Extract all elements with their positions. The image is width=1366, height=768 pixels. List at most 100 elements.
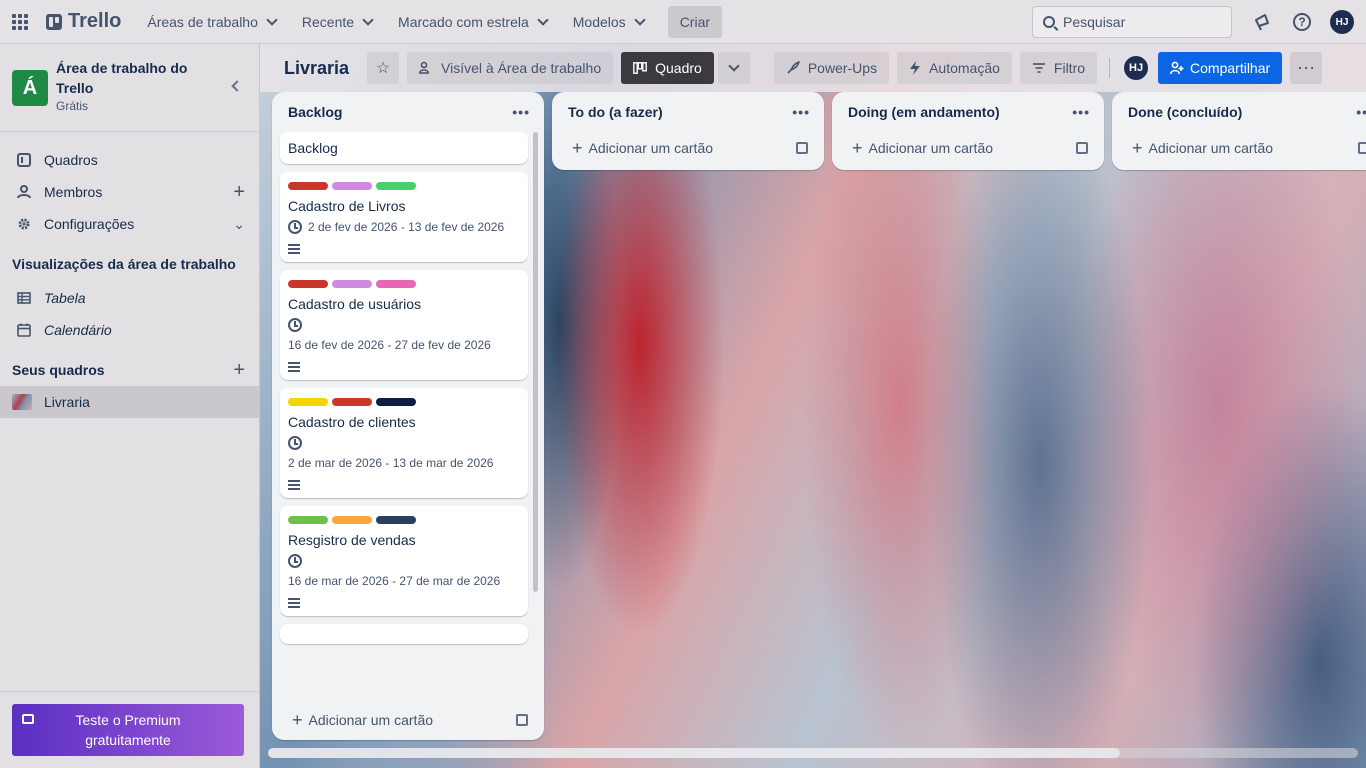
board-title[interactable]: Livraria <box>284 58 349 79</box>
card-title: Resgistro de vendas <box>288 532 416 548</box>
try-premium-button[interactable]: Teste o Premium gratuitamente <box>12 704 244 756</box>
more-icon[interactable]: ••• <box>512 104 530 120</box>
sidebar-boards-heading-label: Seus quadros <box>12 362 105 378</box>
sidebar-item-members[interactable]: Membros + <box>0 176 259 208</box>
board-member-avatar[interactable]: HJ <box>1122 54 1151 82</box>
more-icon[interactable]: ••• <box>1072 104 1090 120</box>
add-card-button[interactable]: + Adicionar um cartão <box>552 132 824 164</box>
sidebar-item-label: Quadros <box>44 152 98 168</box>
more-icon[interactable]: •• <box>1356 104 1366 120</box>
card[interactable]: Cadastro de clientes 2 de mar de 2026 - … <box>280 388 528 498</box>
list-header[interactable]: Done (concluído) •• <box>1112 92 1366 132</box>
nav-workspaces-dropdown[interactable]: Áreas de trabalho <box>137 6 286 38</box>
list-title[interactable]: Backlog <box>288 104 342 120</box>
card-label[interactable] <box>288 182 328 190</box>
card-label[interactable] <box>376 516 416 524</box>
add-card-button[interactable]: + Adicionar um cartão <box>1112 132 1366 164</box>
chevron-down-icon[interactable]: ⌄ <box>233 217 245 231</box>
star-board-button[interactable]: ☆ <box>367 52 400 84</box>
template-icon[interactable] <box>1076 142 1088 154</box>
help-icon: ? <box>1293 13 1311 31</box>
card-label[interactable] <box>288 280 328 288</box>
board-view-button[interactable]: Quadro <box>621 52 714 84</box>
card-label[interactable] <box>288 516 328 524</box>
list-doing: Doing (em andamento) ••• + Adicionar um … <box>832 92 1104 170</box>
powerups-button[interactable]: Power-Ups <box>773 52 890 84</box>
card[interactable] <box>280 624 528 644</box>
automation-button[interactable]: Automação <box>897 52 1012 84</box>
card-due-date: 16 de mar de 2026 - 27 de mar de 2026 <box>288 554 520 588</box>
horizontal-scrollbar[interactable] <box>268 748 1358 758</box>
nav-recent-dropdown[interactable]: Recente <box>292 6 382 38</box>
nav-starred-dropdown[interactable]: Marcado com estrela <box>388 6 557 38</box>
filter-button[interactable]: Filtro <box>1019 52 1098 84</box>
sidebar-item-calendar-view[interactable]: Calendário <box>0 314 259 346</box>
card[interactable]: Backlog <box>280 132 528 164</box>
views-dropdown-button[interactable] <box>717 52 750 84</box>
description-icon <box>288 244 300 254</box>
visibility-label: Visível à Área de trabalho <box>441 60 602 76</box>
add-card-label: Adicionar um cartão <box>1148 140 1274 156</box>
card-label[interactable] <box>376 398 416 406</box>
board-menu-button[interactable]: ⋯ <box>1290 52 1323 84</box>
sidebar-item-label: Configurações <box>44 216 135 232</box>
plus-icon: + <box>572 138 583 158</box>
app-switcher-button[interactable] <box>0 0 40 44</box>
sidebar-item-settings[interactable]: Configurações ⌄ <box>0 208 259 240</box>
workspace-avatar: Á <box>12 70 48 106</box>
trello-logo[interactable]: Trello <box>40 6 127 38</box>
sidebar-boards-heading: Seus quadros + <box>0 354 259 386</box>
nav-templates-dropdown[interactable]: Modelos <box>563 6 654 38</box>
card-label[interactable] <box>332 182 372 190</box>
card-date-text: 2 de fev de 2026 - 13 de fev de 2026 <box>308 220 505 234</box>
notifications-button[interactable] <box>1246 6 1278 38</box>
list-title[interactable]: To do (a fazer) <box>568 104 663 120</box>
add-card-button[interactable]: + Adicionar um cartão <box>832 132 1104 164</box>
card-label[interactable] <box>332 280 372 288</box>
card-label[interactable] <box>376 280 416 288</box>
description-icon <box>288 480 300 490</box>
list-title[interactable]: Done (concluído) <box>1128 104 1242 120</box>
sidebar-item-table-view[interactable]: Tabela <box>0 282 259 314</box>
list-done: Done (concluído) •• + Adicionar um cartã… <box>1112 92 1366 170</box>
list-title[interactable]: Doing (em andamento) <box>848 104 1000 120</box>
clock-icon <box>288 554 302 568</box>
list-header[interactable]: Doing (em andamento) ••• <box>832 92 1104 132</box>
template-icon[interactable] <box>516 714 528 726</box>
list-header[interactable]: Backlog ••• <box>272 92 544 132</box>
add-card-label: Adicionar um cartão <box>868 140 994 156</box>
visibility-button[interactable]: Visível à Área de trabalho <box>407 52 614 84</box>
add-board-icon[interactable]: + <box>233 359 245 382</box>
share-button[interactable]: Compartilhar <box>1158 52 1283 84</box>
card[interactable]: Cadastro de Livros 2 de fev de 2026 - 13… <box>280 172 528 262</box>
search-input[interactable]: Pesquisar <box>1032 6 1232 38</box>
scrollbar-thumb[interactable] <box>268 748 1120 758</box>
card[interactable]: Cadastro de usuários 16 de fev de 2026 -… <box>280 270 528 380</box>
sidebar-item-board-livraria[interactable]: Livraria <box>0 386 259 418</box>
card-label[interactable] <box>332 398 372 406</box>
clock-icon <box>288 436 302 450</box>
card-label[interactable] <box>376 182 416 190</box>
card-label[interactable] <box>288 398 328 406</box>
card-labels <box>288 182 520 190</box>
card-date-text: 2 de mar de 2026 - 13 de mar de 2026 <box>288 456 494 470</box>
workspace-name[interactable]: Área de trabalho do Trello <box>56 58 206 98</box>
template-icon[interactable] <box>1358 142 1366 154</box>
account-menu-button[interactable]: HJ <box>1326 6 1358 38</box>
create-button[interactable]: Criar <box>667 5 723 38</box>
workspace-info: Área de trabalho do Trello Grátis <box>56 58 206 113</box>
card-title: Cadastro de Livros <box>288 198 406 214</box>
card[interactable]: Resgistro de vendas 16 de mar de 2026 - … <box>280 506 528 616</box>
add-card-button[interactable]: + Adicionar um cartão <box>272 704 544 736</box>
scrollbar[interactable] <box>533 132 538 592</box>
more-icon[interactable]: ••• <box>792 104 810 120</box>
list-header[interactable]: To do (a fazer) ••• <box>552 92 824 132</box>
card-labels <box>288 516 520 524</box>
sidebar-item-boards[interactable]: Quadros <box>0 144 259 176</box>
collapse-sidebar-icon[interactable] <box>231 80 243 92</box>
add-member-icon[interactable]: + <box>233 182 245 202</box>
template-icon[interactable] <box>796 142 808 154</box>
card-label[interactable] <box>332 516 372 524</box>
help-button[interactable]: ? <box>1286 6 1318 38</box>
divider <box>1109 58 1111 78</box>
